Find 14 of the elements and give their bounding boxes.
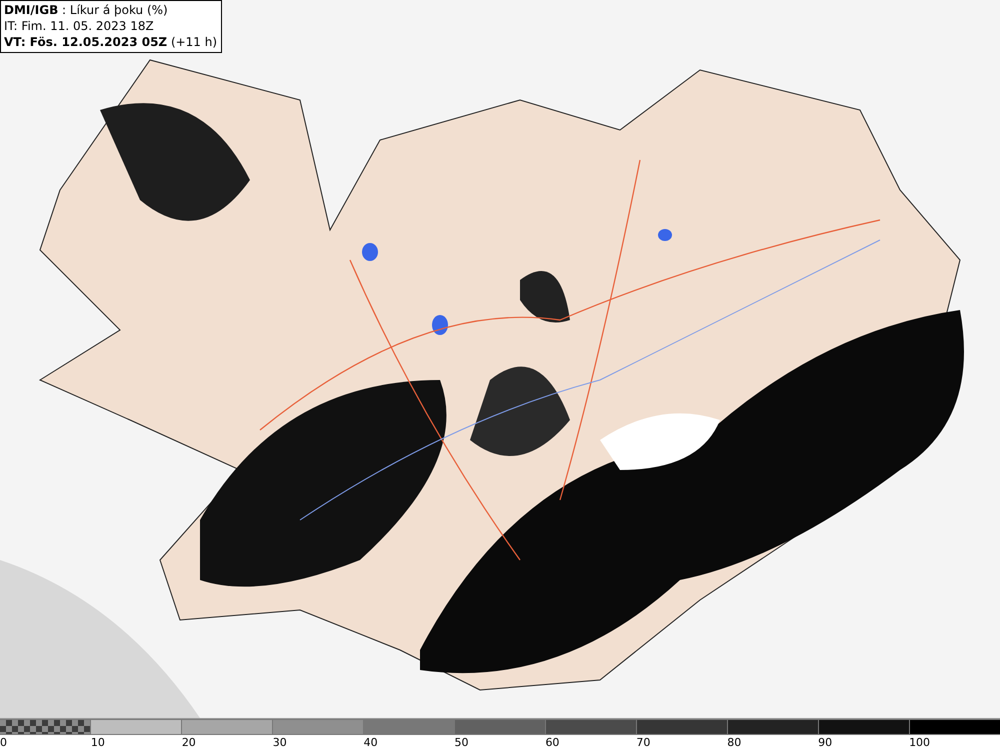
legend-label: 0 [0,736,7,749]
legend-label: 40 [364,736,378,749]
info-text: VT: Fös. 12.05.2023 05Z (+11 h) [4,34,218,50]
legend-label: 90 [818,736,832,749]
legend-label: 80 [727,736,742,749]
legend-label: 20 [182,736,196,749]
legend-label: 50 [454,736,469,749]
legend-label: 10 [90,736,105,749]
info-text: IT: Fim. 11. 05. 2023 18Z [4,18,155,34]
legend-label: 30 [272,736,287,749]
info-text: DMI/IGB : Líkur á þoku (%) [4,2,169,18]
legend-label: 70 [636,736,650,749]
legend-label: 60 [545,736,560,749]
legend-label: 100 [909,736,930,749]
